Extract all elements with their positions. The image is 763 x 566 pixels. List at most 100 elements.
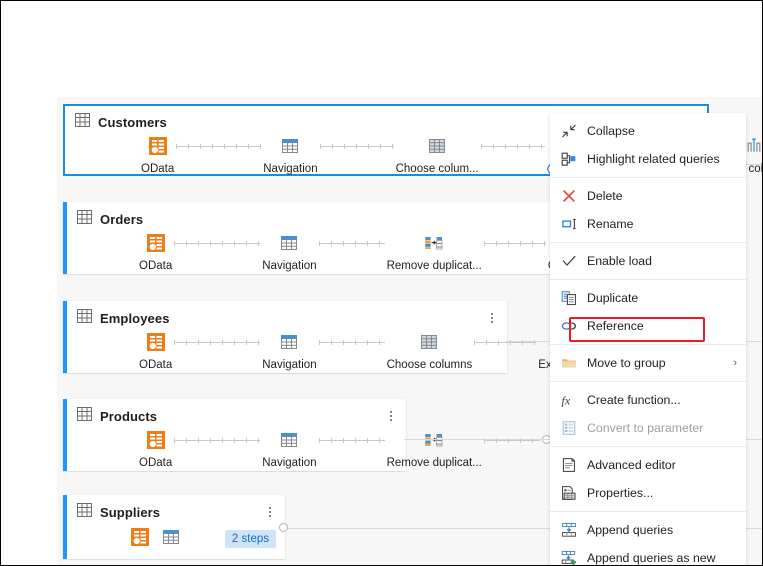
menu-item-create-function[interactable]: fx Create function... xyxy=(550,386,746,414)
card-accent-bar xyxy=(63,202,67,274)
menu-item-highlight-related-queries[interactable]: Highlight related queries xyxy=(550,145,746,173)
menu-item-rename[interactable]: Rename xyxy=(550,210,746,238)
step-navigation[interactable]: Navigation xyxy=(262,231,317,273)
delete-icon xyxy=(558,188,580,204)
step-navigation[interactable]: Navigation xyxy=(262,428,317,470)
menu-item-advanced-editor[interactable]: Advanced editor xyxy=(550,451,746,479)
duplicate-icon xyxy=(558,290,580,306)
menu-separator xyxy=(550,242,746,243)
step-label: Choose colum... xyxy=(395,163,479,175)
query-name: Products xyxy=(100,408,158,424)
query-context-menu[interactable]: Collapse Highlight related queries Delet… xyxy=(550,113,746,565)
menu-item-label: Move to group xyxy=(587,356,666,370)
table-icon xyxy=(75,112,90,132)
query-card-employees[interactable]: Employees OData Navigation Choose column… xyxy=(63,301,655,373)
menu-separator xyxy=(550,511,746,512)
step-odata[interactable]: OData xyxy=(139,231,172,273)
step-navigation[interactable] xyxy=(161,525,181,549)
step-label: Navigation xyxy=(262,457,317,469)
table-icon xyxy=(77,406,92,426)
query-options-menu-button[interactable] xyxy=(485,309,499,327)
odata-source-icon xyxy=(147,134,169,158)
menu-item-duplicate[interactable]: Duplicate xyxy=(550,284,746,312)
menu-item-append-queries[interactable]: Append queries xyxy=(550,516,746,544)
menu-item-label: Collapse xyxy=(587,124,635,138)
dot xyxy=(269,507,271,509)
convert-to-parameter-icon xyxy=(558,420,580,436)
query-card-header: Suppliers xyxy=(77,502,277,522)
steps-count-badge[interactable]: 2 steps xyxy=(224,530,276,548)
step-label: OData xyxy=(139,359,173,371)
menu-item-label: Duplicate xyxy=(587,291,639,305)
checkmark-icon xyxy=(558,253,580,269)
step-connector xyxy=(174,428,261,452)
table-icon xyxy=(77,308,92,328)
menu-item-move-to-group[interactable]: Move to group › xyxy=(550,349,746,377)
step-connector xyxy=(318,330,385,354)
step-label: Choose columns xyxy=(386,359,473,371)
applied-steps-strip: OData Navigation xyxy=(139,428,551,480)
table-icon xyxy=(77,209,92,229)
card-accent-bar xyxy=(63,301,67,373)
query-options-menu-button[interactable] xyxy=(384,407,398,425)
step-connector xyxy=(318,231,385,255)
reference-icon xyxy=(558,318,580,334)
navigation-icon xyxy=(161,525,181,549)
query-output-endpoint[interactable] xyxy=(279,523,288,532)
menu-item-collapse[interactable]: Collapse xyxy=(550,117,746,145)
navigation-icon xyxy=(279,231,299,255)
dot xyxy=(390,411,392,413)
step-connector xyxy=(174,231,261,255)
highlight-related-queries-icon xyxy=(558,151,580,167)
navigation-icon xyxy=(280,134,300,158)
query-card-products[interactable]: Products OData Navigation Remove duplica… xyxy=(63,399,551,471)
append-queries-icon xyxy=(558,522,580,538)
card-accent-bar xyxy=(63,399,67,471)
menu-item-enable-load[interactable]: Enable load xyxy=(550,247,746,275)
menu-item-label: Append queries xyxy=(587,523,674,537)
menu-item-reference[interactable]: Reference xyxy=(550,312,746,340)
menu-separator xyxy=(550,344,746,345)
step-odata[interactable]: OData xyxy=(141,134,174,176)
step-odata[interactable] xyxy=(129,525,151,549)
table-icon xyxy=(77,502,92,522)
step-choose-columns[interactable]: Choose columns xyxy=(386,330,473,372)
menu-item-delete[interactable]: Delete xyxy=(550,182,746,210)
step-navigation[interactable]: Navigation xyxy=(263,134,318,176)
dot xyxy=(269,515,271,517)
menu-item-append-queries-as-new[interactable]: Append queries as new xyxy=(550,544,746,565)
query-card-suppliers[interactable]: Suppliers 2 steps xyxy=(63,495,285,559)
step-remove-duplicates[interactable]: Remove duplicat... xyxy=(387,428,482,470)
folder-icon xyxy=(558,355,580,371)
properties-icon xyxy=(558,485,580,501)
step-remove-duplicates[interactable]: Remove duplicat... xyxy=(387,231,482,273)
menu-item-properties[interactable]: Properties... xyxy=(550,479,746,507)
step-odata[interactable]: OData xyxy=(139,428,172,470)
step-choose-columns[interactable]: Choose colum... xyxy=(396,134,479,176)
dot xyxy=(390,419,392,421)
odata-source-icon xyxy=(145,330,167,354)
step-connector xyxy=(474,330,537,354)
power-query-diagram-view: Customers OData Navigation Choose colum.… xyxy=(0,0,763,566)
applied-steps-strip xyxy=(129,525,181,565)
step-connector xyxy=(483,231,546,255)
step-connector xyxy=(174,330,261,354)
append-queries-as-new-icon xyxy=(558,550,580,565)
query-options-menu-button[interactable] xyxy=(263,503,277,521)
menu-separator xyxy=(550,446,746,447)
step-label: Navigation xyxy=(262,260,317,272)
choose-columns-icon xyxy=(419,330,439,354)
split-column-icon xyxy=(744,134,762,158)
menu-item-label: Convert to parameter xyxy=(587,421,704,435)
step-odata[interactable]: OData xyxy=(139,330,172,372)
step-label: OData xyxy=(141,163,175,175)
remove-duplicates-icon xyxy=(423,428,445,452)
odata-source-icon xyxy=(129,525,151,549)
dot xyxy=(491,321,493,323)
step-label: OData xyxy=(139,457,173,469)
menu-separator xyxy=(550,279,746,280)
step-navigation[interactable]: Navigation xyxy=(262,330,317,372)
menu-item-label: Delete xyxy=(587,189,623,203)
rename-icon xyxy=(558,216,580,232)
menu-item-label: Append queries as new xyxy=(587,551,716,565)
